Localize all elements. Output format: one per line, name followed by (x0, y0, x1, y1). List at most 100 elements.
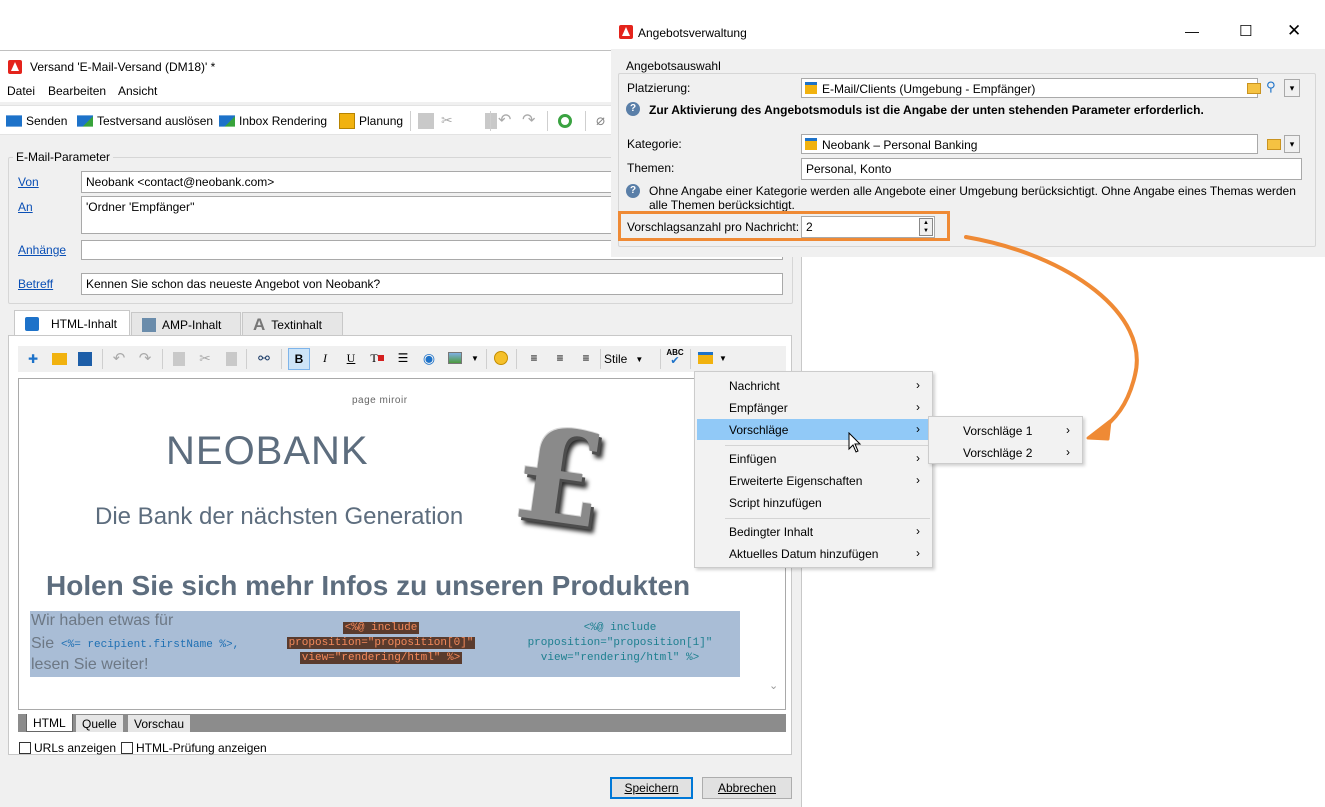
maximize-icon[interactable]: ☐ (1239, 22, 1252, 40)
menu-item-message[interactable]: Nachricht › (697, 375, 930, 396)
save-disk-icon[interactable] (78, 352, 92, 366)
menu-edit[interactable]: Bearbeiten (48, 84, 106, 98)
italic-button[interactable]: I (316, 349, 334, 367)
menu-view[interactable]: Ansicht (118, 84, 157, 98)
inbox-rendering-button[interactable]: Inbox Rendering (219, 111, 327, 131)
placement-label: Platzierung: (627, 81, 691, 95)
placement-field[interactable]: E-Mail/Clients (Umgebung - Empfänger) (801, 78, 1258, 98)
amp-icon (142, 317, 156, 332)
placement-dropdown-icon[interactable]: ▾ (1284, 79, 1300, 97)
intro-line1: Wir haben etwas für (31, 612, 174, 629)
personalization-icon[interactable] (697, 352, 713, 364)
spellcheck-icon[interactable]: ABC ✔ (666, 348, 684, 367)
show-urls-option[interactable]: URLs anzeigen (19, 741, 116, 755)
envelope-icon (6, 115, 22, 127)
cut-icon[interactable]: ✂ (196, 349, 214, 367)
paste-icon[interactable] (225, 352, 237, 366)
minimize-icon[interactable]: — (1185, 23, 1199, 39)
subject-field[interactable]: Kennen Sie schon das neueste Angebot von… (81, 273, 783, 295)
align-right-icon[interactable]: ≡ (577, 349, 595, 367)
search-icon[interactable]: ⚲ (1266, 79, 1276, 95)
styles-dropdown[interactable]: Stile ▼ (604, 349, 656, 369)
attachment-icon[interactable]: ⌀ (596, 111, 605, 129)
copy-icon[interactable] (173, 352, 185, 366)
new-document-icon[interactable]: ✚ (24, 350, 42, 368)
redo-icon[interactable]: ↷ (522, 110, 535, 130)
folder-icon[interactable] (1247, 83, 1261, 94)
editor-separator (660, 349, 661, 369)
menu-item-add-script[interactable]: Script hinzufügen (697, 492, 930, 513)
redo-icon[interactable]: ↷ (136, 349, 154, 367)
copy-icon[interactable] (418, 113, 434, 129)
window-title: Versand 'E-Mail-Versand (DM18)' * (30, 60, 216, 74)
paste-icon[interactable] (485, 113, 498, 129)
tab-preview-mode[interactable]: Vorschau (128, 715, 191, 732)
themes-field[interactable]: Personal, Konto (801, 158, 1302, 180)
placement-icon (805, 82, 817, 94)
underline-button[interactable]: U (342, 349, 360, 367)
send-button[interactable]: Senden (6, 111, 67, 131)
attachments-link[interactable]: Anhänge (18, 243, 66, 257)
toolbar-separator (410, 111, 411, 131)
tab-html-content[interactable]: HTML-Inhalt (14, 310, 130, 336)
link-globe-icon[interactable]: ◉ (420, 349, 438, 367)
schedule-button[interactable]: Planung (339, 111, 403, 131)
personalization-menu: Nachricht › Empfänger › Vorschläge › Einfüg… (694, 371, 933, 568)
count-spinner[interactable]: ▲ ▼ (919, 218, 933, 236)
menu-item-recipient[interactable]: Empfänger › (697, 397, 930, 418)
proposition-0-code[interactable]: <%@ include proposition="proposition[0]"… (279, 621, 483, 666)
undo-icon[interactable]: ↶ (498, 110, 511, 130)
html-editor[interactable]: page miroir NEOBANK £ Die Bank der nächs… (18, 378, 786, 710)
refresh-icon[interactable] (558, 114, 572, 128)
tab-source-mode[interactable]: Quelle (76, 715, 123, 732)
to-link[interactable]: An (18, 200, 33, 214)
dialog-title: Angebotsverwaltung (638, 26, 747, 40)
html-check-checkbox[interactable] (121, 742, 133, 754)
tab-text-content[interactable]: A Textinhalt (242, 312, 343, 336)
menu-file[interactable]: Datei (7, 84, 35, 98)
count-field[interactable]: 2 (801, 216, 935, 238)
close-icon[interactable]: ✕ (1287, 21, 1301, 41)
personalization-dropdown-icon[interactable]: ▼ (714, 349, 732, 367)
html-check-option[interactable]: HTML-Prüfung anzeigen (121, 741, 267, 755)
undo-icon[interactable]: ↶ (110, 349, 128, 367)
menu-item-proposals[interactable]: Vorschläge › (697, 419, 930, 440)
menu-item-conditional-content[interactable]: Bedingter Inhalt › (697, 521, 930, 542)
category-dropdown-icon[interactable]: ▾ (1284, 135, 1300, 153)
open-folder-icon[interactable] (51, 353, 67, 365)
html-document-icon (25, 316, 39, 331)
subject-link[interactable]: Betreff (18, 277, 53, 291)
tab-amp-content[interactable]: AMP-Inhalt (131, 312, 241, 336)
test-send-button[interactable]: Testversand auslösen (77, 111, 213, 131)
editor-separator (516, 349, 517, 369)
bullet-list-icon[interactable]: ☰ (394, 349, 412, 367)
chevron-down-icon: ▼ (635, 354, 644, 364)
find-binoculars-icon[interactable]: ⚯ (255, 349, 273, 367)
folder-icon[interactable] (1267, 139, 1281, 150)
align-center-icon[interactable]: ≡ (551, 349, 569, 367)
save-button[interactable]: Speichern (610, 777, 693, 799)
chevron-right-icon: › (916, 451, 920, 465)
menu-item-add-current-date[interactable]: Aktuelles Datum hinzufügen › (697, 543, 930, 564)
emoji-icon[interactable] (494, 351, 508, 365)
menu-item-advanced-properties[interactable]: Erweiterte Eigenschaften › (697, 470, 930, 491)
show-urls-checkbox[interactable] (19, 742, 31, 754)
image-dropdown-icon[interactable]: ▼ (466, 349, 484, 367)
insert-image-icon[interactable] (448, 352, 462, 364)
mirror-page-link[interactable]: page miroir (352, 395, 408, 406)
menu-item-insert[interactable]: Einfügen › (697, 448, 930, 469)
bold-button[interactable]: B (288, 348, 310, 370)
from-link[interactable]: Von (18, 175, 39, 189)
toolbar-separator (547, 111, 548, 131)
proposition-block[interactable]: Wir haben etwas für Sie <%= recipient.fi… (30, 611, 740, 677)
editor-separator (102, 349, 103, 369)
cut-icon[interactable]: ✂ (441, 112, 453, 129)
align-left-icon[interactable]: ≡ (525, 349, 543, 367)
proposition-1-code[interactable]: <%@ include proposition="proposition[1]"… (518, 621, 722, 666)
text-color-icon[interactable]: T (368, 349, 386, 367)
cancel-button[interactable]: Abbrechen (702, 777, 792, 799)
category-field[interactable]: Neobank – Personal Banking (801, 134, 1258, 154)
envelope-check-icon (219, 115, 235, 127)
tab-html-mode[interactable]: HTML (26, 714, 73, 732)
scroll-down-icon[interactable]: ⌄ (769, 679, 778, 692)
